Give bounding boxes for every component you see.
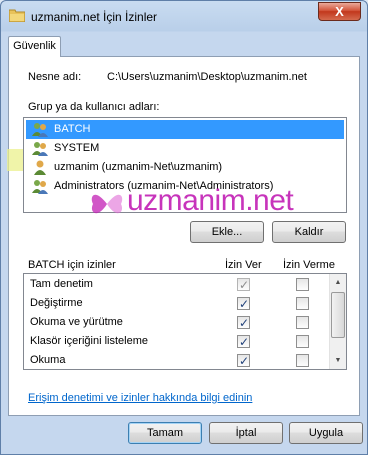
- list-item-label: BATCH: [54, 123, 91, 135]
- deny-checkbox[interactable]: [296, 278, 309, 291]
- allow-checkbox[interactable]: [237, 314, 250, 333]
- allow-checkbox[interactable]: [237, 295, 250, 314]
- window-title: uzmanim.net İçin İzinler: [31, 10, 158, 24]
- permissions-list: Tam denetim Değiştirme Okuma ve yürütme …: [23, 273, 347, 370]
- deny-checkbox[interactable]: [296, 297, 309, 310]
- object-name-value: C:\Users\uzmanim\Desktop\uzmanim.net: [107, 71, 307, 83]
- title-bar[interactable]: uzmanim.net İçin İzinler X: [1, 1, 367, 31]
- group-item-batch[interactable]: BATCH: [26, 120, 344, 139]
- perm-row-modify: Değiştirme: [24, 294, 330, 314]
- groups-label: Grup ya da kullanıcı adları:: [28, 101, 160, 113]
- allow-column-header: İzin Ver: [225, 259, 262, 271]
- apply-button[interactable]: Uygula: [289, 422, 363, 444]
- perm-name: Okuma ve yürütme: [30, 316, 123, 328]
- allow-checkbox[interactable]: [237, 352, 250, 369]
- scroll-down-arrow-icon[interactable]: ▼: [330, 352, 346, 369]
- help-link[interactable]: Erişim denetimi ve izinler hakkında bilg…: [28, 392, 252, 404]
- group-item-system[interactable]: SYSTEM: [26, 139, 344, 158]
- list-item-label: uzmanim (uzmanim-Net\uzmanim): [54, 161, 223, 173]
- object-name-label: Nesne adı:: [28, 71, 82, 83]
- users-group-icon: [32, 180, 48, 194]
- perm-name: Değiştirme: [30, 297, 83, 309]
- permissions-dialog: uzmanim.net İçin İzinler X Güvenlik Nesn…: [0, 0, 368, 455]
- users-group-icon: [32, 123, 48, 137]
- allow-checkbox[interactable]: [237, 276, 250, 295]
- perm-name: Okuma: [30, 354, 66, 366]
- add-button[interactable]: Ekle...: [190, 221, 264, 243]
- user-icon: [34, 160, 46, 175]
- deny-column-header: İzin Verme: [283, 259, 335, 271]
- remove-button[interactable]: Kaldır: [272, 221, 346, 243]
- close-button[interactable]: X: [318, 2, 361, 21]
- group-item-uzmanim[interactable]: uzmanim (uzmanim-Net\uzmanim): [26, 158, 344, 177]
- deny-checkbox[interactable]: [296, 354, 309, 367]
- list-item-label: SYSTEM: [54, 142, 100, 154]
- watermark-text: uzmanim.net: [127, 184, 294, 217]
- scroll-up-arrow-icon[interactable]: ▲: [330, 274, 346, 291]
- perm-row-read: Okuma: [24, 351, 330, 369]
- folder-icon: [9, 9, 25, 22]
- cancel-button[interactable]: İptal: [209, 422, 283, 444]
- butterfly-logo-icon: [91, 194, 123, 214]
- perm-name: Klasör içeriğini listeleme: [30, 335, 148, 347]
- perm-row-list-folder: Klasör içeriğini listeleme: [24, 332, 330, 352]
- deny-checkbox[interactable]: [296, 316, 309, 329]
- deny-checkbox[interactable]: [296, 335, 309, 348]
- ok-button[interactable]: Tamam: [128, 422, 202, 444]
- perm-name: Tam denetim: [30, 278, 93, 290]
- allow-checkbox[interactable]: [237, 333, 250, 352]
- perm-row-full-control: Tam denetim: [24, 275, 330, 295]
- perm-row-read-execute: Okuma ve yürütme: [24, 313, 330, 333]
- tab-security[interactable]: Güvenlik: [8, 36, 61, 57]
- scroll-thumb[interactable]: [331, 292, 345, 338]
- users-group-icon: [32, 142, 48, 156]
- permissions-label: BATCH için izinler: [28, 259, 116, 271]
- permissions-scrollbar[interactable]: ▲ ▼: [329, 274, 346, 369]
